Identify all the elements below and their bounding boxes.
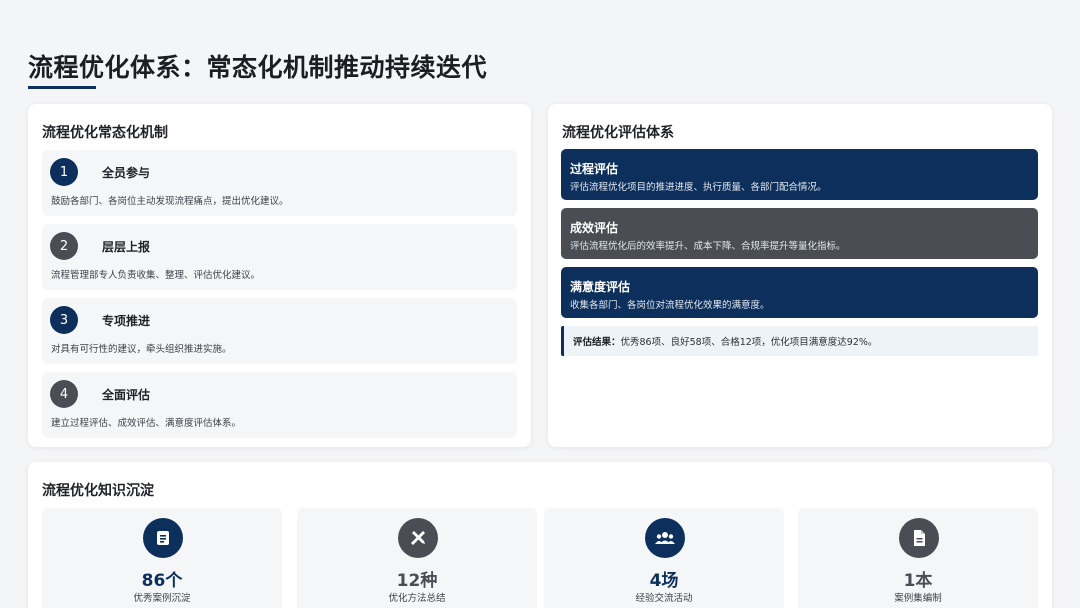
- mechanism-step: 4 全面评估 建立过程评估、成效评估、满意度评估体系。: [42, 372, 517, 438]
- stat-tile: 1本 案例集编制: [798, 508, 1038, 608]
- step-description: 对具有可行性的建议，牵头组织推进实施。: [51, 344, 232, 355]
- evaluation-result: 评估结果：优秀86项、良好58项、合格12项，优化项目满意度达92%。: [561, 326, 1038, 356]
- stat-value: 12种: [396, 571, 438, 591]
- evaluation-result-text: 优秀86项、良好58项、合格12项，优化项目满意度达92%。: [620, 337, 878, 348]
- step-description: 流程管理部专人负责收集、整理、评估优化建议。: [51, 270, 261, 281]
- evaluation-item: 成效评估 评估流程优化后的效率提升、成本下降、合规率提升等量化指标。: [561, 208, 1038, 259]
- step-number-badge: 4: [50, 380, 78, 408]
- evaluation-item: 过程评估 评估流程优化项目的推进进度、执行质量、各部门配合情况。: [561, 149, 1038, 200]
- step-description: 鼓励各部门、各岗位主动发现流程痛点，提出优化建议。: [51, 196, 289, 207]
- step-description: 建立过程评估、成效评估、满意度评估体系。: [51, 418, 242, 429]
- knowledge-card: 流程优化知识沉淀 86个 优秀案例沉淀 12种 优化方法总结 4场 经验交流活动…: [28, 462, 1052, 608]
- evaluation-item-title: 过程评估: [570, 162, 619, 176]
- stat-value: 86个: [141, 571, 183, 591]
- title-underline: [28, 86, 96, 89]
- step-title: 全员参与: [102, 166, 151, 180]
- step-title: 专项推进: [102, 314, 151, 328]
- stat-label: 优化方法总结: [388, 593, 446, 604]
- document-list-icon: [143, 518, 183, 558]
- page-title: 流程优化体系：常态化机制推动持续迭代: [28, 53, 488, 82]
- mechanism-step: 1 全员参与 鼓励各部门、各岗位主动发现流程痛点，提出优化建议。: [42, 150, 517, 216]
- step-number-badge: 3: [50, 306, 78, 334]
- people-group-icon: [645, 518, 685, 558]
- knowledge-title: 流程优化知识沉淀: [42, 483, 154, 499]
- mechanism-step: 2 层层上报 流程管理部专人负责收集、整理、评估优化建议。: [42, 224, 517, 290]
- evaluation-title: 流程优化评估体系: [562, 125, 674, 141]
- evaluation-card: 流程优化评估体系 过程评估 评估流程优化项目的推进进度、执行质量、各部门配合情况…: [548, 104, 1052, 447]
- stat-label: 优秀案例沉淀: [133, 593, 191, 604]
- mechanism-card: 流程优化常态化机制 1 全员参与 鼓励各部门、各岗位主动发现流程痛点，提出优化建…: [28, 104, 531, 447]
- stat-tile: 4场 经验交流活动: [544, 508, 784, 608]
- evaluation-item-description: 评估流程优化后的效率提升、成本下降、合规率提升等量化指标。: [570, 241, 846, 252]
- stat-tile: 86个 优秀案例沉淀: [42, 508, 282, 608]
- stat-tile: 12种 优化方法总结: [297, 508, 537, 608]
- evaluation-item: 满意度评估 收集各部门、各岗位对流程优化效果的满意度。: [561, 267, 1038, 318]
- stat-value: 4场: [649, 571, 679, 591]
- stat-label: 经验交流活动: [635, 593, 693, 604]
- evaluation-result-label: 评估结果：: [573, 337, 621, 348]
- step-number-badge: 2: [50, 232, 78, 260]
- step-number-badge: 1: [50, 158, 78, 186]
- file-icon: [899, 518, 939, 558]
- mechanism-title: 流程优化常态化机制: [42, 125, 168, 141]
- evaluation-item-description: 收集各部门、各岗位对流程优化效果的满意度。: [570, 300, 770, 311]
- tools-icon: [398, 518, 438, 558]
- evaluation-item-description: 评估流程优化项目的推进进度、执行质量、各部门配合情况。: [570, 182, 827, 193]
- evaluation-item-title: 成效评估: [570, 221, 619, 235]
- stat-label: 案例集编制: [894, 593, 942, 604]
- step-title: 层层上报: [102, 240, 151, 254]
- stat-value: 1本: [903, 571, 933, 591]
- step-title: 全面评估: [102, 388, 151, 402]
- mechanism-step: 3 专项推进 对具有可行性的建议，牵头组织推进实施。: [42, 298, 517, 364]
- evaluation-item-title: 满意度评估: [570, 280, 631, 294]
